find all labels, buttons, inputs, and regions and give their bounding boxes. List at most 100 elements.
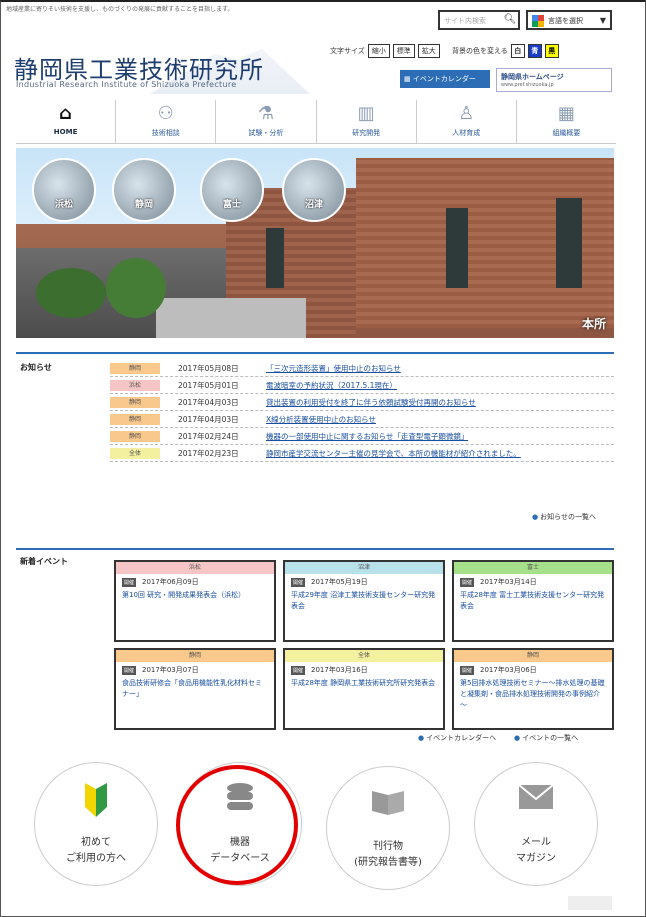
event-card[interactable]: 沼津 開催 2017年05月19日 平成29年度 沼津工業技術支援センター研究発表… xyxy=(283,560,445,642)
language-select[interactable]: 言語を選択 ▼ xyxy=(526,10,612,30)
event-badge: 開催 xyxy=(291,577,306,587)
news-link[interactable]: 貸出装置の利用受付を終了に伴う依頼試験受付再開のお知らせ xyxy=(266,397,476,408)
font-size-control: 文字サイズ 縮小 標準 拡大 xyxy=(330,44,440,58)
event-badge: 開催 xyxy=(460,577,475,587)
branch-label: 浜松 xyxy=(54,200,73,210)
news-date: 2017年04月03日 xyxy=(178,397,239,407)
nav-item-label: 組織概要 xyxy=(552,129,581,137)
organization-icon: ▦ xyxy=(557,103,575,124)
nav-item-research[interactable]: ▥ 研究開発 xyxy=(317,100,417,143)
search-icon[interactable]: 🔍︎ xyxy=(502,12,518,28)
bg-black-button[interactable]: 黒 xyxy=(544,44,559,58)
events-more-link[interactable]: イベントの一覧へ xyxy=(514,733,578,743)
news-row: 静岡 2017年04月03日 X線分析装置使用中止のお知らせ xyxy=(110,411,614,428)
event-badge: 開催 xyxy=(460,665,475,675)
event-calendar-label: イベントカレンダー xyxy=(412,75,476,83)
event-title[interactable]: 平成28年度 静岡県工業技術研究所研究発表会 xyxy=(285,678,443,689)
event-badge: 開催 xyxy=(122,665,137,675)
event-title[interactable]: 平成29年度 沼津工業技術支援センター研究発表会 xyxy=(285,590,443,612)
news-link[interactable]: X線分析装置使用中止のお知らせ xyxy=(266,414,376,425)
branch-numazu-button[interactable]: 沼津 xyxy=(282,158,346,222)
events-grid: 浜松 開催 2017年06月09日 第10回 研究・開発成果発表会（浜松） 沼津 … xyxy=(114,560,614,730)
mail-icon xyxy=(475,783,597,818)
news-row: 浜松 2017年05月01日 電波暗室の予約状況（2017.5.1現在） xyxy=(110,377,614,394)
news-row: 全体 2017年02月23日 静岡市産学交流センター主催の見学会で、本所の機能材… xyxy=(110,445,614,462)
header-tagline: 地域産業に寄りそい技術を支援し、ものづくりの発展に貢献することを目指します。 xyxy=(6,6,234,13)
event-card[interactable]: 静岡 開催 2017年03月06日 第5回排水処理技術セミナー～排水処理の基礎と凝… xyxy=(452,648,614,730)
news-more-link[interactable]: お知らせの一覧へ xyxy=(532,512,596,522)
calendar-icon: ▦ xyxy=(404,75,413,83)
event-calendar-button[interactable]: ▦ イベントカレンダー xyxy=(400,70,490,88)
event-branch: 静岡 xyxy=(116,650,274,662)
beginner-guide-button[interactable]: 初めて ご利用の方へ xyxy=(34,762,158,886)
news-link[interactable]: 機器の一部使用中止に関するお知らせ「走査型電子顕微鏡」 xyxy=(266,431,468,442)
news-link[interactable]: 静岡市産学交流センター主催の見学会で、本所の機能材が紹介されました。 xyxy=(266,448,521,459)
news-link[interactable]: 電波暗室の予約状況（2017.5.1現在） xyxy=(266,380,397,391)
bg-white-button[interactable]: 白 xyxy=(510,44,525,58)
branch-label: 沼津 xyxy=(304,200,323,210)
news-date: 2017年05月01日 xyxy=(178,380,239,390)
main-office-label[interactable]: 本所 xyxy=(582,315,606,332)
event-title[interactable]: 食品技術研修会「食品用機能性乳化材料セミナー」 xyxy=(116,678,274,700)
event-date: 2017年03月06日 xyxy=(480,666,537,674)
publications-button[interactable]: 刊行物 (研究報告書等) xyxy=(326,766,450,890)
font-size-large-button[interactable]: 拡大 xyxy=(417,44,440,58)
nav-item-consult[interactable]: ⚇ 技術相談 xyxy=(116,100,217,143)
quick-link-label: マガジン xyxy=(516,853,556,864)
event-card[interactable]: 浜松 開催 2017年06月09日 第10回 研究・開発成果発表会（浜松） xyxy=(114,560,276,642)
event-branch: 浜松 xyxy=(116,562,274,574)
page-top-button[interactable] xyxy=(568,896,612,910)
news-link[interactable]: 「三次元造形装置」使用中止のお知らせ xyxy=(266,363,401,374)
event-date: 2017年05月19日 xyxy=(311,578,368,586)
pref-home-link[interactable]: 静岡県ホームページ www.pref.shizuoka.jp xyxy=(496,68,612,92)
nav-item-home[interactable]: ⌂ HOME xyxy=(16,100,117,143)
global-nav: ⌂ HOME ⚇ 技術相談 ⚗ 試験・分析 ▥ 研究開発 ♙ 人材育成 ▦ 組織… xyxy=(16,100,616,144)
hero-window xyxy=(266,228,284,288)
event-card[interactable]: 静岡 開催 2017年03月07日 食品技術研修会「食品用機能性乳化材料セミナー」 xyxy=(114,648,276,730)
event-title[interactable]: 平成28年度 富士工業技術支援センター研究発表会 xyxy=(454,590,612,612)
event-card[interactable]: 全体 開催 2017年03月16日 平成28年度 静岡県工業技術研究所研究発表会 xyxy=(283,648,445,730)
event-title[interactable]: 第10回 研究・開発成果発表会（浜松） xyxy=(116,590,274,601)
hero-tree xyxy=(106,258,166,318)
event-date: 2017年03月07日 xyxy=(142,666,199,674)
event-branch: 全体 xyxy=(285,650,443,662)
news-heading: お知らせ xyxy=(20,363,52,372)
font-size-standard-button[interactable]: 標準 xyxy=(392,44,415,58)
news-date: 2017年05月08日 xyxy=(178,363,239,373)
news-date: 2017年04月03日 xyxy=(178,414,239,424)
event-date: 2017年03月14日 xyxy=(480,578,537,586)
event-title[interactable]: 第5回排水処理技術セミナー～排水処理の基礎と凝集剤・食品排水処理技術開発の事例紹… xyxy=(454,678,612,711)
event-date: 2017年06月09日 xyxy=(142,578,199,586)
branch-shizuoka-button[interactable]: 静岡 xyxy=(112,158,176,222)
pref-home-url: www.pref.shizuoka.jp xyxy=(501,82,554,88)
quick-link-label: ご利用の方へ xyxy=(66,853,126,864)
pref-home-label: 静岡県ホームページ xyxy=(501,73,564,81)
nav-item-training[interactable]: ♙ 人材育成 xyxy=(417,100,517,143)
nav-item-label: 研究開発 xyxy=(352,129,381,137)
quick-link-label: メール xyxy=(521,837,551,848)
hero-window xyxy=(446,208,468,288)
nav-item-organization[interactable]: ▦ 組織概要 xyxy=(517,100,616,143)
font-size-small-button[interactable]: 縮小 xyxy=(367,44,390,58)
bg-blue-button[interactable]: 青 xyxy=(527,44,542,58)
mail-magazine-button[interactable]: メール マガジン xyxy=(474,762,598,886)
event-branch: 沼津 xyxy=(285,562,443,574)
news-tag: 静岡 xyxy=(110,413,160,425)
branch-hamamatsu-button[interactable]: 浜松 xyxy=(32,158,96,222)
hero-tree xyxy=(36,268,106,318)
bg-color-control: 背景の色を変える 白 青 黒 xyxy=(452,44,559,58)
event-badge: 開催 xyxy=(122,577,137,587)
event-branch: 静岡 xyxy=(454,650,612,662)
branch-fuji-button[interactable]: 富士 xyxy=(200,158,264,222)
event-calendar-link[interactable]: イベントカレンダーへ xyxy=(418,733,496,743)
news-list: 静岡 2017年05月08日 「三次元造形装置」使用中止のお知らせ 浜松 201… xyxy=(110,360,614,462)
quick-link-label: 初めて xyxy=(81,837,111,848)
news-divider xyxy=(16,352,614,354)
google-translate-icon xyxy=(532,15,544,27)
news-row: 静岡 2017年05月08日 「三次元造形装置」使用中止のお知らせ xyxy=(110,360,614,377)
quick-link-label: 刊行物 xyxy=(373,841,403,852)
news-tag: 静岡 xyxy=(110,396,160,408)
site-logo-en: Industrial Research Institute of Shizuok… xyxy=(16,80,237,89)
event-card[interactable]: 富士 開催 2017年03月14日 平成28年度 富士工業技術支援センター研究発表… xyxy=(452,560,614,642)
nav-item-analysis[interactable]: ⚗ 試験・分析 xyxy=(216,100,317,143)
